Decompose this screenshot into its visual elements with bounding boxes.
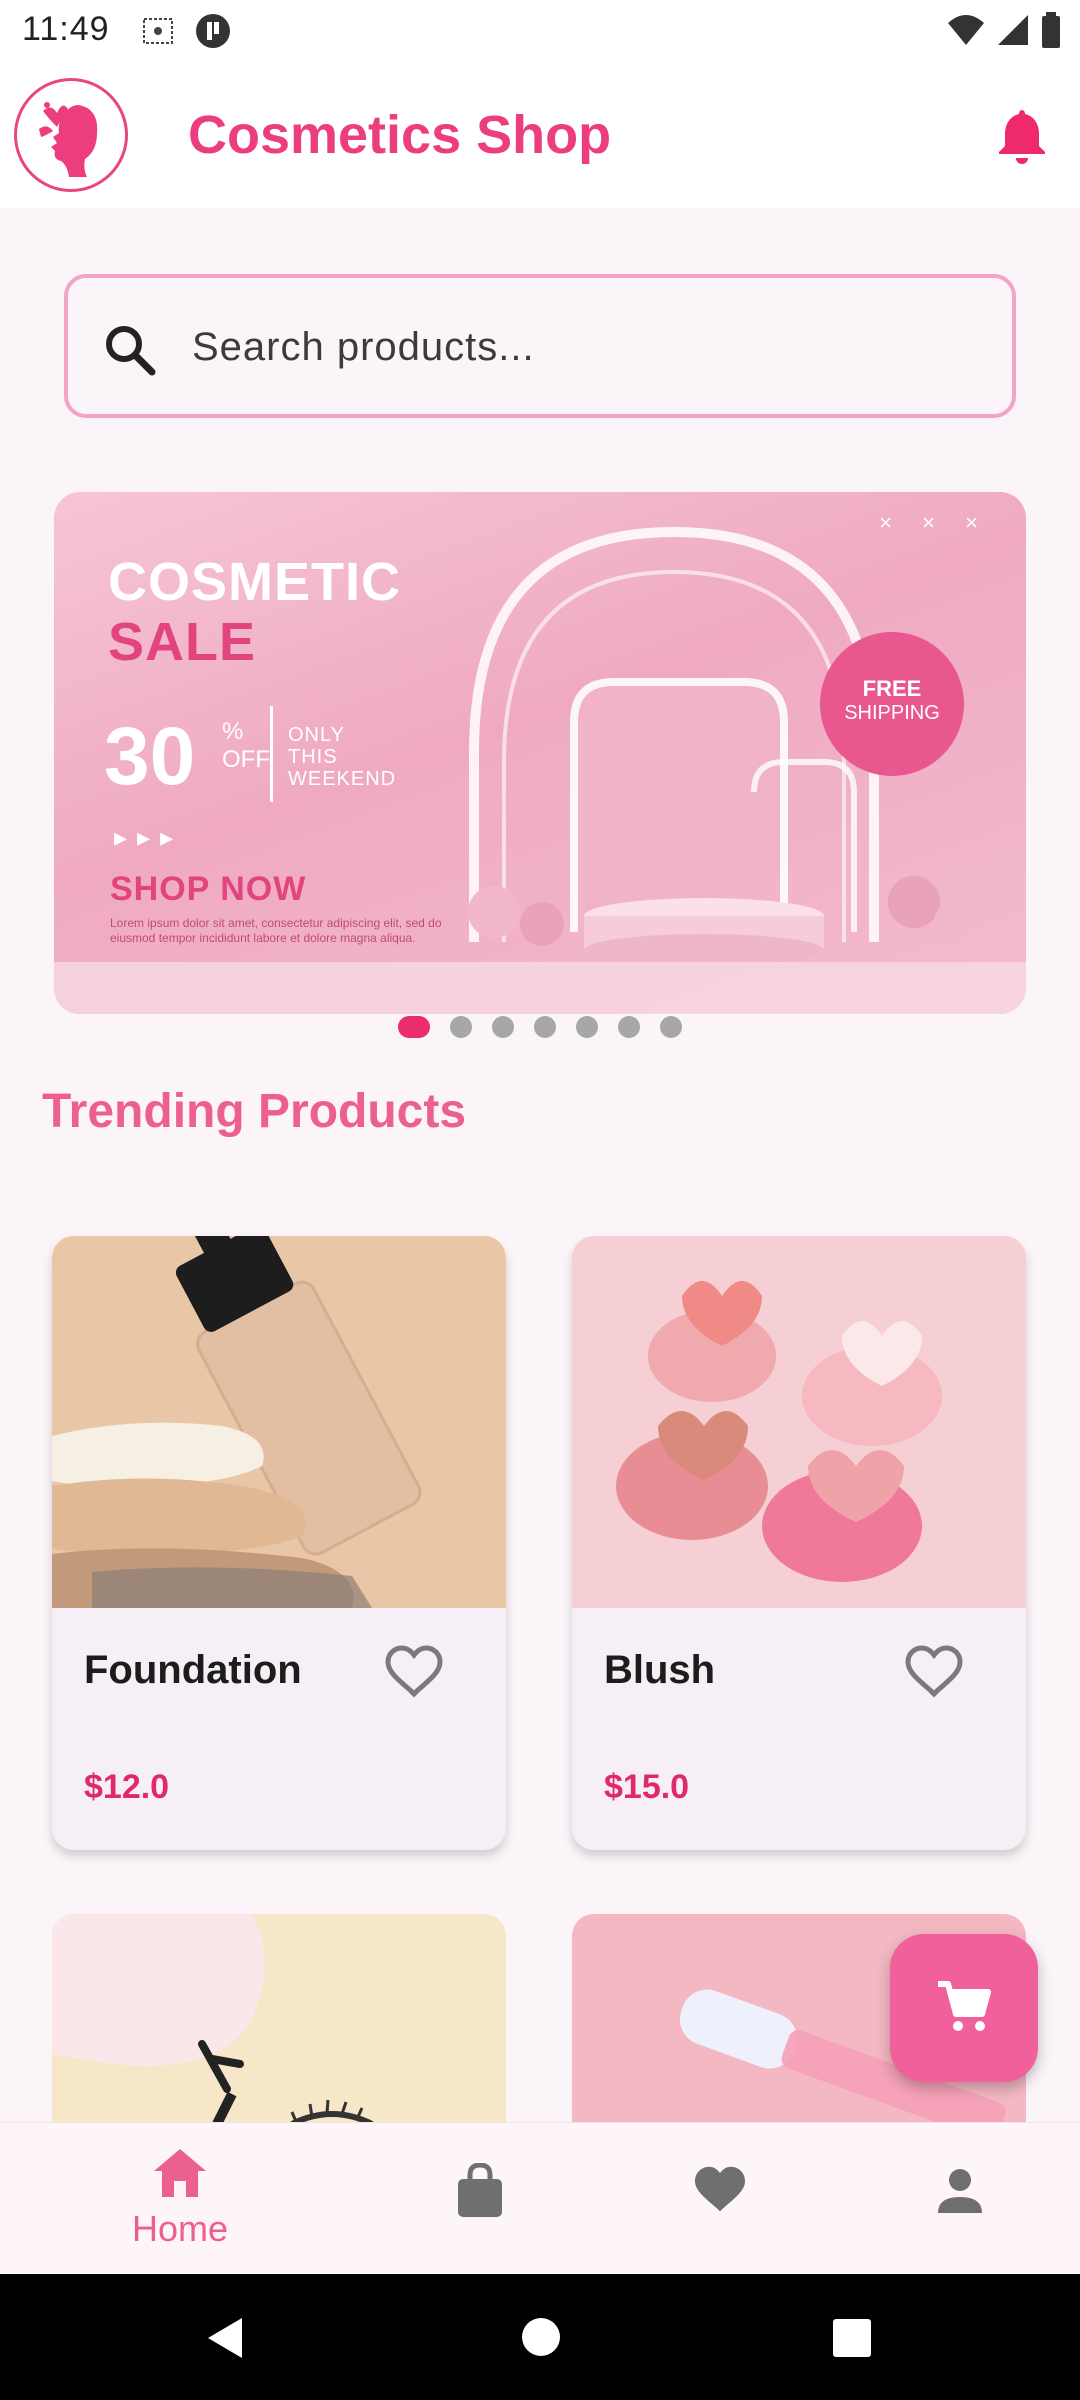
favorite-heart-icon[interactable] [384, 1644, 444, 1700]
product-price: $12.0 [84, 1768, 170, 1806]
banner-percent: 30 [104, 711, 196, 802]
badge-line2: SHIPPING [844, 702, 940, 724]
banner-headline-line1: COSMETIC [108, 552, 402, 612]
home-icon [154, 2149, 206, 2197]
banner-percent-symbol: % [222, 718, 244, 745]
back-icon[interactable] [204, 2316, 248, 2360]
carousel-dot[interactable] [450, 1016, 472, 1038]
banner-fineprint: Lorem ipsum dolor sit amet, consectetur … [110, 916, 442, 945]
product-price: $15.0 [604, 1768, 690, 1806]
brand-logo-icon[interactable] [14, 78, 128, 192]
carousel-indicator [398, 1016, 682, 1038]
banner-percent-suffix: % OFF [222, 718, 270, 774]
product-name: Blush [604, 1648, 716, 1692]
search-icon [106, 326, 156, 376]
banner-weekend-line1: ONLY [288, 724, 345, 746]
product-image-blush [572, 1236, 1026, 1608]
promo-banner[interactable]: COSMETIC SALE 30 % OFF ONLY THIS WEEKEND… [54, 492, 1026, 1014]
nav-item-shop[interactable] [400, 2162, 560, 2224]
cart-fab[interactable] [890, 1934, 1038, 2082]
status-notifications [140, 12, 232, 50]
banner-arrows-icon: ▸▸▸ [114, 822, 184, 852]
status-system-icons [946, 12, 1062, 48]
product-image-mascara [52, 1914, 506, 2154]
nav-item-home[interactable]: Home [100, 2147, 260, 2250]
bottom-navigation: Home [0, 2122, 1080, 2275]
status-time: 11:49 [22, 10, 110, 48]
app-screen: 11:49 Cosmetics Shop Search products... … [0, 0, 1080, 2400]
banner-headline: COSMETIC SALE [108, 552, 401, 672]
banner-weekend-text: ONLY THIS WEEKEND [288, 724, 396, 790]
banner-decor-marks: × × × [879, 510, 990, 535]
shopping-cart-icon [938, 1981, 991, 2031]
wifi-icon [948, 15, 984, 45]
banner-weekend-line2: THIS [288, 746, 338, 768]
product-name: Foundation [84, 1648, 302, 1692]
nav-label-home: Home [131, 2208, 229, 2249]
product-card-mascara[interactable] [52, 1914, 506, 2154]
notification-bell-icon[interactable] [994, 106, 1050, 166]
carousel-dot[interactable] [576, 1016, 598, 1038]
banner-headline-line2: SALE [108, 612, 257, 672]
product-image-foundation [52, 1236, 506, 1608]
free-shipping-badge: FREE SHIPPING [820, 632, 964, 776]
banner-weekend-line3: WEEKEND [288, 768, 397, 790]
nav-item-profile[interactable] [880, 2167, 1040, 2220]
birthday-notification-icon [143, 18, 173, 44]
badge-line1: FREE [862, 676, 922, 701]
signal-icon [998, 15, 1028, 45]
carousel-dot[interactable] [618, 1016, 640, 1038]
carousel-dot[interactable] [398, 1016, 430, 1038]
favorite-heart-icon[interactable] [904, 1644, 964, 1700]
app-title: Cosmetics Shop [188, 105, 612, 165]
nav-item-favorites[interactable] [640, 2165, 800, 2220]
carousel-dot[interactable] [660, 1016, 682, 1038]
shopping-bag-icon [458, 2162, 502, 2217]
carousel-dot[interactable] [492, 1016, 514, 1038]
search-bar[interactable] [64, 274, 1016, 418]
product-card-foundation[interactable]: Foundation $12.0 [52, 1236, 506, 1850]
banner-off-label: OFF [222, 746, 270, 773]
recents-icon[interactable] [832, 2318, 872, 2358]
person-icon [938, 2169, 982, 2213]
home-circle-icon[interactable] [520, 2316, 562, 2358]
app-notification-icon [196, 14, 230, 48]
product-card-blush[interactable]: Blush $15.0 [572, 1236, 1026, 1850]
banner-divider [270, 706, 273, 802]
banner-shop-now[interactable]: SHOP NOW [110, 870, 306, 909]
trending-title: Trending Products [42, 1085, 467, 1138]
battery-icon [1042, 12, 1060, 48]
heart-icon [695, 2166, 745, 2212]
app-bar: Cosmetics Shop [0, 62, 1080, 208]
status-bar: 11:49 [0, 0, 1080, 62]
search-input[interactable] [190, 306, 974, 388]
system-navigation-bar [0, 2274, 1080, 2400]
carousel-dot[interactable] [534, 1016, 556, 1038]
